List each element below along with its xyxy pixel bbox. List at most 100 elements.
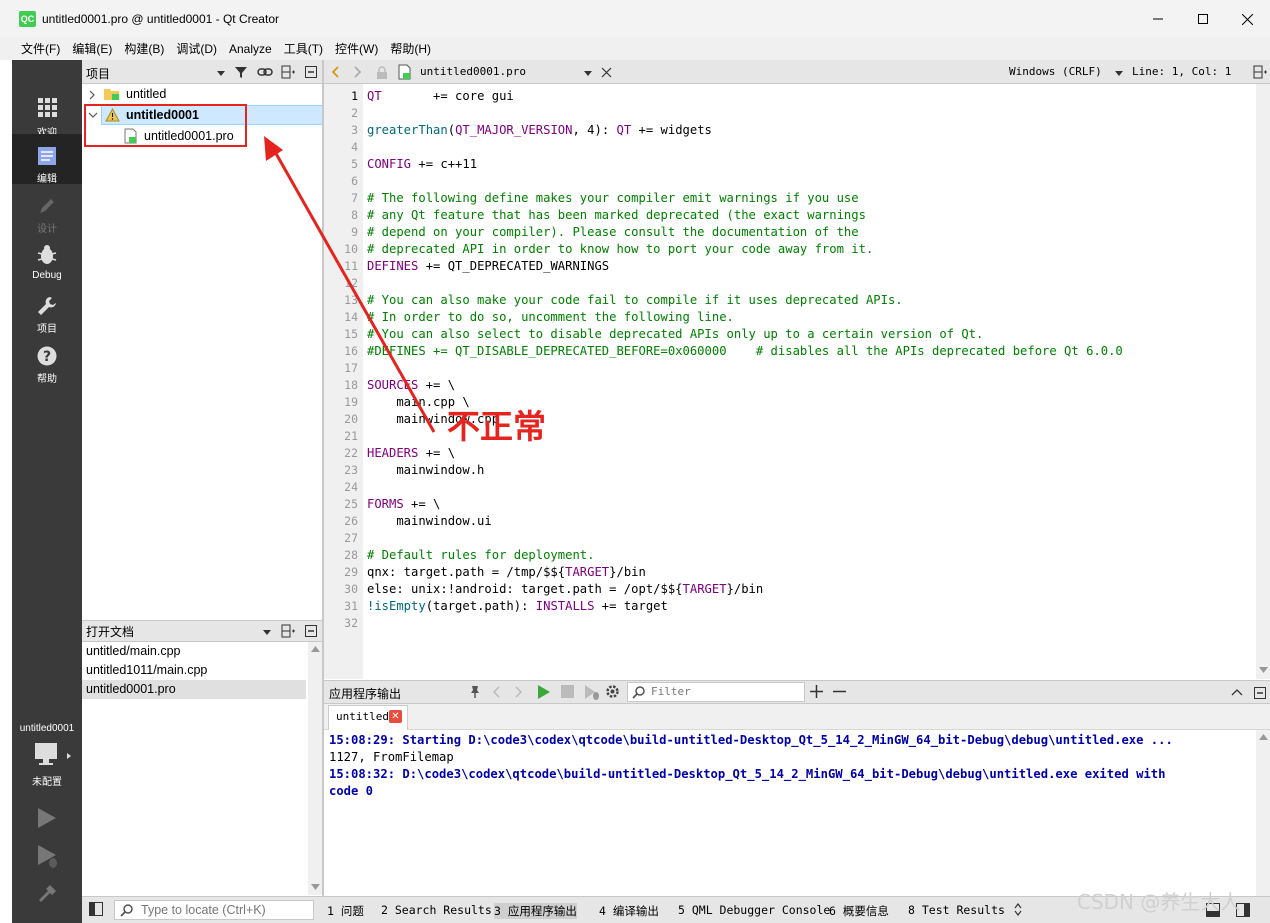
sync-editor-button[interactable] <box>255 62 275 82</box>
menu-analyze[interactable]: Analyze <box>223 38 278 60</box>
zoom-in-icon[interactable] <box>810 685 823 698</box>
more-tabs-icon[interactable] <box>1013 903 1023 916</box>
mode-debug[interactable]: Debug <box>12 244 82 294</box>
open-docs-dropdown[interactable] <box>262 626 272 640</box>
line-number: 15 <box>344 327 358 341</box>
line-number: 24 <box>344 480 358 494</box>
close-pane-icon[interactable] <box>1254 687 1266 699</box>
toggle-sidebar-icon[interactable] <box>89 902 103 916</box>
code-line: # In order to do so, uncomment the follo… <box>367 309 734 326</box>
open-docs-scrollbar[interactable] <box>308 642 323 895</box>
status-tab-search-results[interactable]: 2 Search Results <box>381 903 492 917</box>
rerun-icon[interactable] <box>537 684 551 700</box>
split-open-docs-button[interactable] <box>278 621 298 641</box>
code-line: FORMS += \ <box>367 496 440 513</box>
chevron-right-icon <box>89 90 95 100</box>
minimize-button[interactable] <box>1135 0 1181 38</box>
projects-view-dropdown[interactable] <box>216 67 226 81</box>
code-token: FORMS <box>367 497 404 511</box>
close-tab-icon[interactable]: ✕ <box>389 710 402 723</box>
line-number: 14 <box>344 310 358 324</box>
zoom-out-icon[interactable] <box>833 685 846 698</box>
gear-icon[interactable] <box>605 684 620 699</box>
status-tab-app-output[interactable]: 3 应用程序输出 <box>494 903 577 919</box>
open-doc-item[interactable]: untitled0001.pro <box>86 680 176 699</box>
mode-label: 帮助 <box>37 374 57 385</box>
code-token: += target <box>594 599 668 613</box>
status-tab-qml-console[interactable]: 5 QML Debugger Console <box>678 903 830 917</box>
maximize-button[interactable] <box>1180 0 1226 38</box>
attach-to-process-button[interactable] <box>467 684 483 703</box>
code-line: else: unix:!android: target.path = /opt/… <box>367 581 763 598</box>
code-token: += c++11 <box>411 157 478 171</box>
close-open-docs-button[interactable] <box>301 621 321 641</box>
mode-projects[interactable]: 项目 <box>12 294 82 344</box>
status-tab-test-results[interactable]: 8 Test Results <box>908 903 1005 917</box>
build-button[interactable] <box>36 880 58 905</box>
mode-design[interactable]: 设计 <box>12 188 82 238</box>
stop-icon[interactable] <box>561 685 574 698</box>
close-document-icon[interactable] <box>601 67 612 78</box>
next-item-icon[interactable] <box>515 686 523 698</box>
filter-tree-button[interactable] <box>231 62 251 82</box>
cursor-position[interactable]: Line: 1, Col: 1 <box>1132 60 1231 84</box>
tree-item-label: untitled <box>126 87 167 101</box>
menu-build[interactable]: 构建(B) <box>118 38 170 60</box>
minimize-icon <box>1153 18 1163 20</box>
mode-edit[interactable]: 编辑 <box>12 134 82 185</box>
close-projects-button[interactable] <box>301 62 321 82</box>
editor-file-name[interactable]: untitled0001.pro <box>420 60 526 84</box>
line-number: 6 <box>351 174 358 188</box>
mode-label: 设计 <box>37 224 57 235</box>
code-token: }/bin <box>726 582 764 596</box>
menu-file[interactable]: 文件(F) <box>15 38 66 60</box>
line-ending-selector[interactable]: Windows (CRLF) <box>1009 60 1102 84</box>
code-token: += \ <box>418 378 456 392</box>
split-projects-button[interactable] <box>278 62 298 82</box>
line-number: 23 <box>344 463 358 477</box>
status-tab-compile-output[interactable]: 4 编译输出 <box>599 903 659 919</box>
back-icon[interactable] <box>331 66 339 78</box>
output-scrollbar[interactable] <box>1256 730 1270 896</box>
projects-title: 项目 <box>86 67 111 81</box>
mode-help[interactable]: ? 帮助 <box>12 344 82 394</box>
line-number: 32 <box>344 616 358 630</box>
code-line: QT += core gui <box>367 88 514 105</box>
debug-attach-icon[interactable] <box>584 684 600 700</box>
code-token: (target.path): <box>425 599 536 613</box>
pro-file-icon <box>398 64 411 80</box>
code-line: # Default rules for deployment. <box>367 547 594 564</box>
menu-edit[interactable]: 编辑(E) <box>66 38 118 60</box>
menu-tools[interactable]: 工具(T) <box>278 38 329 60</box>
code-token: # The following define makes your compil… <box>367 191 859 205</box>
kit-selector[interactable] <box>34 742 74 771</box>
close-window-button[interactable] <box>1224 0 1270 38</box>
open-doc-item[interactable]: untitled/main.cpp <box>86 642 181 661</box>
split-icon[interactable] <box>1253 65 1267 79</box>
status-tab-issues[interactable]: 1 问题 <box>327 903 364 919</box>
forward-icon[interactable] <box>354 66 362 78</box>
code-token: }/bin <box>609 565 646 579</box>
code-line: qnx: target.path = /tmp/$${TARGET}/bin <box>367 564 646 581</box>
menu-help[interactable]: 帮助(H) <box>384 38 437 60</box>
menu-debug[interactable]: 调试(D) <box>170 38 223 60</box>
code-token: #DEFINES += QT_DISABLE_DEPRECATED_BEFORE… <box>367 344 1123 358</box>
chevron-down-icon[interactable] <box>583 68 593 78</box>
code-token: DEFINES <box>367 259 419 273</box>
annotation-label: 不正常 <box>447 407 546 446</box>
chevron-up-icon[interactable] <box>1231 688 1243 696</box>
code-token: else: unix:!android: target.path = /opt/… <box>367 582 683 596</box>
run-button[interactable] <box>36 806 58 833</box>
tree-item-untitled[interactable]: untitled <box>88 84 318 104</box>
output-line: 15:08:32: D:\code3\codex\qtcode\build-un… <box>329 767 1166 781</box>
menu-widgets[interactable]: 控件(W) <box>329 38 384 60</box>
previous-item-icon[interactable] <box>492 686 500 698</box>
scroll-up-icon <box>1259 734 1268 740</box>
output-text-area[interactable] <box>324 730 1270 896</box>
line-number: 5 <box>351 157 358 171</box>
status-tab-general-messages[interactable]: 6 概要信息 <box>829 903 889 919</box>
debug-run-button[interactable] <box>36 843 60 872</box>
open-doc-item[interactable]: untitled1011/main.cpp <box>86 661 207 680</box>
chevron-down-icon[interactable] <box>1114 68 1124 78</box>
editor-scrollbar[interactable] <box>1256 84 1270 679</box>
